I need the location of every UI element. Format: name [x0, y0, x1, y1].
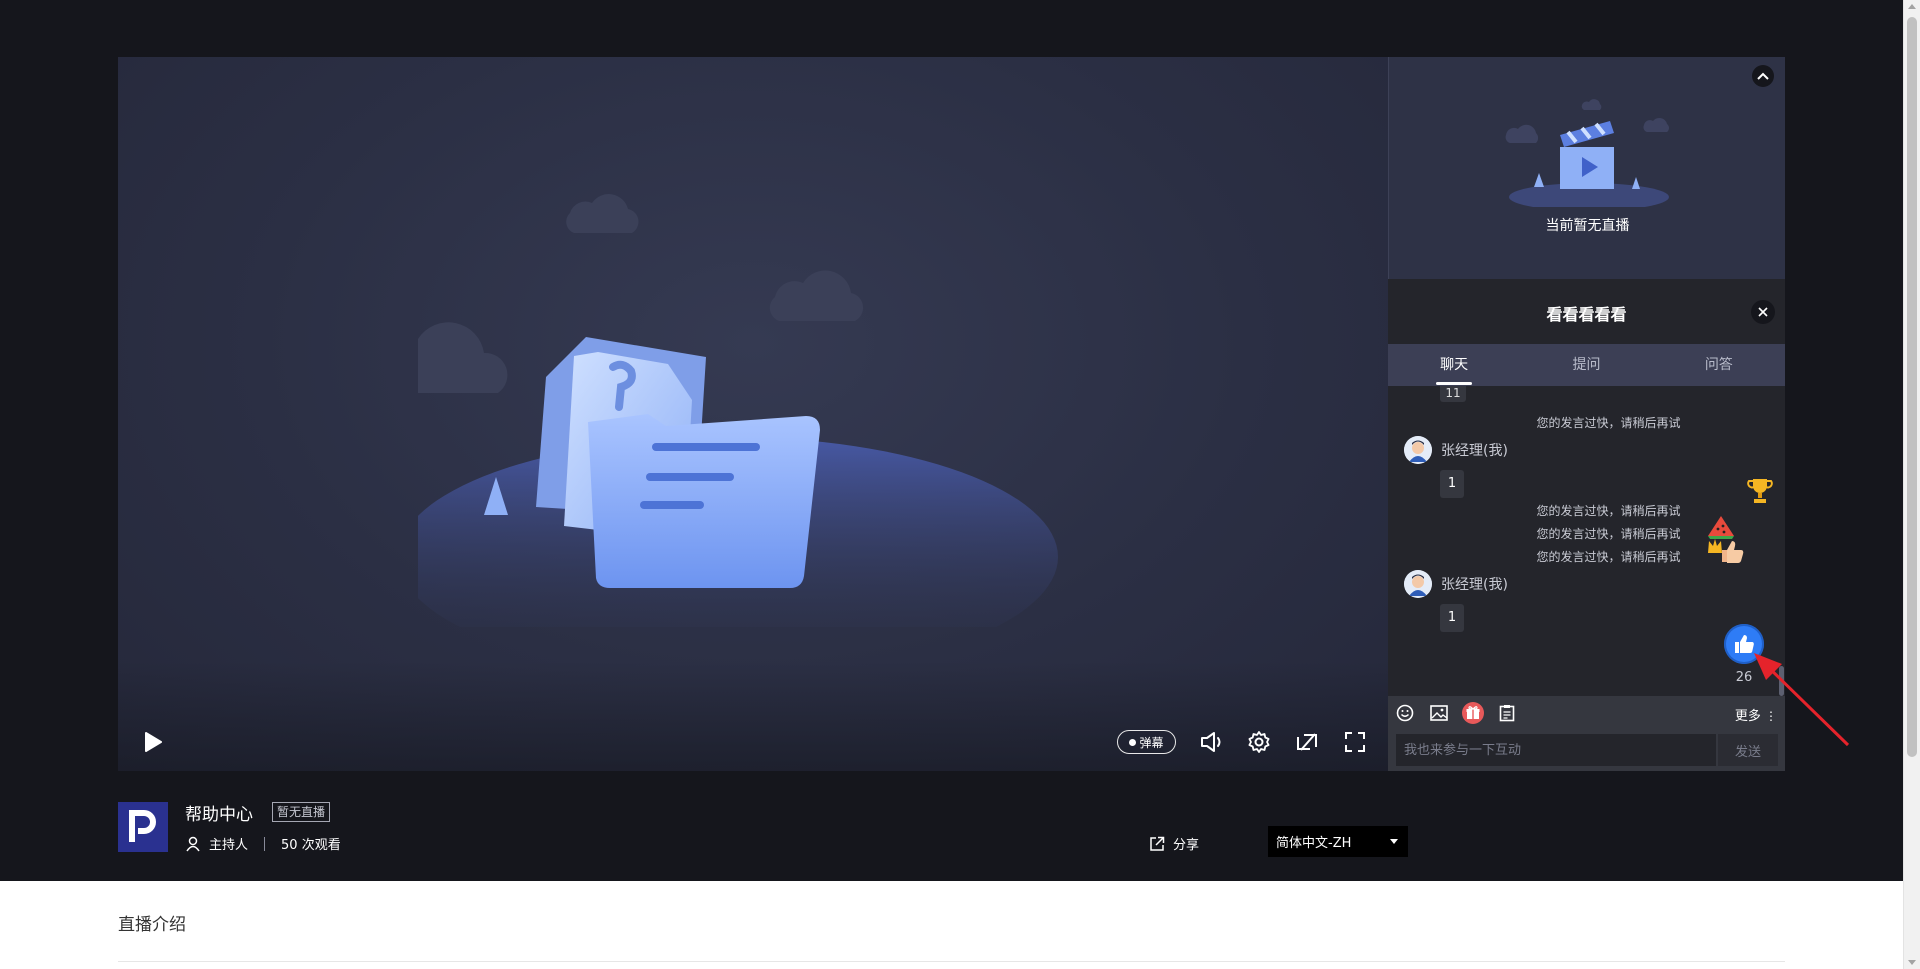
- player-controls: 弹幕: [118, 711, 1388, 771]
- play-button[interactable]: [138, 727, 168, 757]
- tab-chat[interactable]: 聊天: [1388, 344, 1520, 386]
- trophy-icon: [1747, 479, 1773, 503]
- chat-toolbar: 更多 ⋮: [1388, 696, 1785, 730]
- avatar: [1404, 570, 1432, 598]
- meta-row: 主持人 50 次观看: [185, 834, 341, 853]
- notice-button[interactable]: [1496, 702, 1518, 724]
- logo-p-icon: [129, 810, 156, 842]
- line-switch-icon: [1297, 733, 1317, 751]
- gift-icon: [1462, 702, 1484, 724]
- message-bubble: 11: [1440, 386, 1466, 402]
- emoji-button[interactable]: [1394, 702, 1416, 724]
- danmu-dot-icon: [1129, 738, 1137, 746]
- share-icon: [1150, 836, 1165, 851]
- user-name: 张经理(我): [1441, 443, 1508, 459]
- scroll-down-icon[interactable]: [1908, 960, 1916, 965]
- mini-player: 当前暂无直播: [1388, 57, 1785, 279]
- chat-user-row: 张经理(我): [1404, 570, 1508, 598]
- chat-title: 看看看看看: [1546, 305, 1627, 324]
- volume-icon: [1201, 732, 1221, 752]
- gear-icon: [1248, 731, 1270, 753]
- scroll-thumb[interactable]: [1907, 17, 1917, 757]
- clipboard-icon: [1499, 705, 1515, 722]
- danmu-label: 弹幕: [1139, 735, 1164, 750]
- channel-logo: [118, 802, 168, 852]
- image-upload-button[interactable]: [1428, 702, 1450, 724]
- language-value: 简体中文-ZH: [1276, 836, 1352, 851]
- user-avatar-icon: [1404, 436, 1432, 464]
- user-icon: [186, 836, 200, 851]
- more-dots-icon: ⋮: [1765, 709, 1777, 723]
- collapse-button[interactable]: [1752, 65, 1774, 87]
- video-player[interactable]: 弹幕: [118, 57, 1388, 771]
- tab-question[interactable]: 提问: [1520, 344, 1652, 386]
- message-bubble: 1: [1440, 604, 1464, 632]
- clapperboard-illustration: [1505, 99, 1669, 207]
- emoji-icon: [1396, 704, 1414, 722]
- divider: [264, 836, 266, 851]
- like-count: 26: [1735, 670, 1753, 685]
- chat-input[interactable]: [1396, 734, 1716, 766]
- thumbs-up-icon: [1735, 635, 1754, 653]
- chat-user-row: 张经理(我): [1404, 436, 1508, 464]
- system-message: 您的发言过快，请稍后再试: [1536, 416, 1681, 430]
- scroll-up-icon[interactable]: [1908, 4, 1916, 9]
- share-label: 分享: [1173, 838, 1200, 853]
- fullscreen-icon: [1345, 732, 1365, 752]
- line-switch-button[interactable]: [1292, 727, 1322, 757]
- user-name: 张经理(我): [1441, 577, 1508, 593]
- empty-document-illustration: [418, 194, 1058, 627]
- gift-button[interactable]: [1462, 702, 1484, 724]
- image-icon: [1430, 705, 1448, 721]
- volume-button[interactable]: [1196, 727, 1226, 757]
- more-button[interactable]: 更多 ⋮: [1735, 705, 1777, 724]
- danmu-toggle[interactable]: 弹幕: [1117, 730, 1176, 754]
- chat-messages[interactable]: 11 您的发言过快，请稍后再试 张经理(我) 1 您的发言过快，请稍后再试 您的…: [1388, 386, 1785, 696]
- like-button[interactable]: [1724, 624, 1764, 664]
- chat-scrollbar[interactable]: [1779, 666, 1784, 696]
- tab-qa[interactable]: 问答: [1653, 344, 1785, 386]
- intro-heading: 直播介绍: [118, 915, 186, 935]
- chat-input-row: 发送: [1388, 730, 1785, 771]
- page-scrollbar[interactable]: [1903, 0, 1920, 969]
- close-icon: [1758, 307, 1768, 317]
- intro-divider: [118, 961, 1785, 962]
- close-chat-button[interactable]: [1751, 300, 1775, 324]
- language-select[interactable]: 简体中文-ZH: [1268, 826, 1408, 857]
- user-avatar-icon: [1404, 570, 1432, 598]
- page-title: 帮助中心: [185, 805, 253, 825]
- status-badge: 暂无直播: [272, 802, 331, 822]
- chat-tabs: 聊天 提问 问答: [1388, 344, 1785, 386]
- settings-button[interactable]: [1244, 727, 1274, 757]
- caret-down-icon: [1390, 839, 1398, 844]
- avatar: [1404, 436, 1432, 464]
- chevron-up-icon: [1757, 72, 1769, 80]
- host-label: 主持人: [209, 838, 249, 853]
- more-label: 更多: [1734, 709, 1761, 724]
- message-bubble: 1: [1440, 470, 1464, 498]
- send-button[interactable]: 发送: [1718, 734, 1778, 766]
- no-live-text: 当前暂无直播: [1545, 218, 1630, 234]
- play-icon: [145, 732, 162, 752]
- thumbs-up-emoji-icon: [1722, 541, 1744, 563]
- chat-header: 看看看看看: [1388, 279, 1785, 344]
- fullscreen-button[interactable]: [1340, 727, 1370, 757]
- side-panel: 当前暂无直播 看看看看看 聊天 提问 问答 11 您的发言过快，请稍后再试 张经…: [1388, 57, 1785, 771]
- share-button[interactable]: 分享: [1149, 834, 1199, 853]
- view-count: 50 次观看: [281, 838, 341, 853]
